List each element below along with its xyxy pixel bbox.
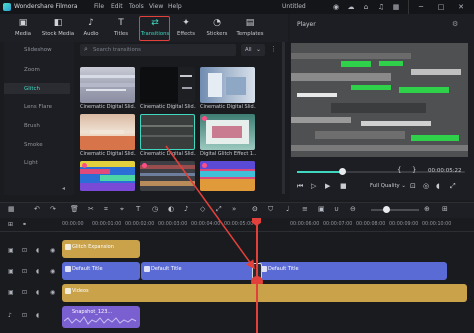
annotation-arrow [165, 145, 255, 270]
